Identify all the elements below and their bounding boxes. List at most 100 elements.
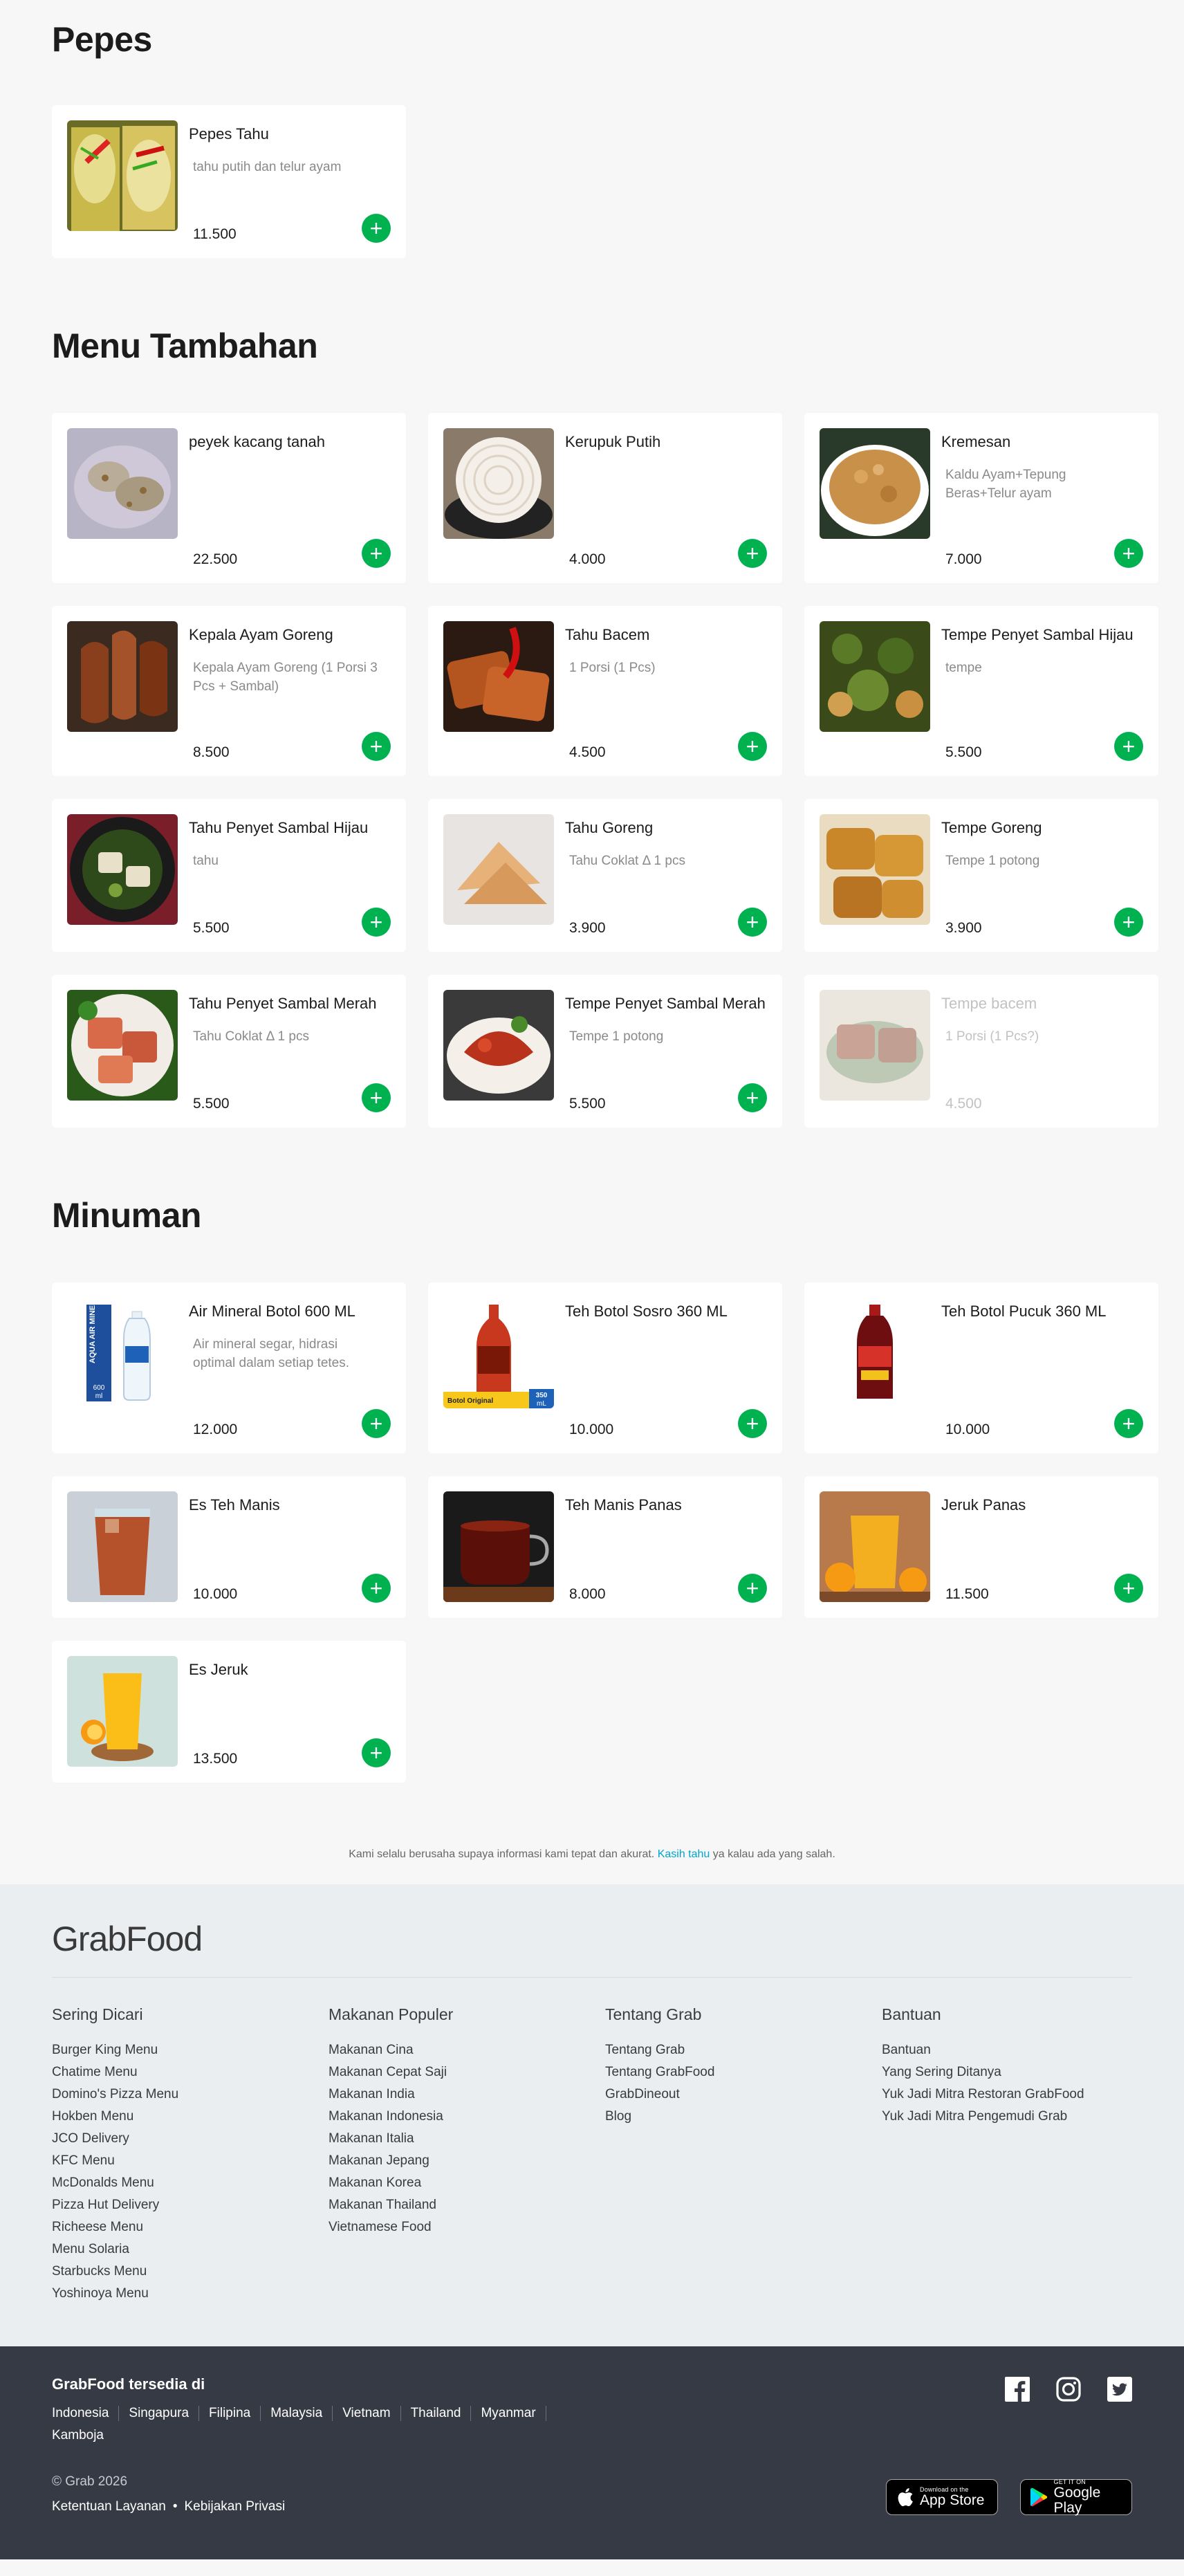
footer-link[interactable]: Burger King Menu (52, 2039, 329, 2061)
footer-link[interactable]: Makanan Korea (329, 2172, 605, 2194)
add-to-cart-button[interactable]: + (362, 1574, 391, 1603)
footer-link[interactable]: Blog (605, 2106, 882, 2128)
add-to-cart-button[interactable]: + (1114, 908, 1143, 937)
country-link[interactable]: Indonesia (52, 2406, 120, 2421)
footer-link[interactable]: JCO Delivery (52, 2128, 329, 2150)
footer-link[interactable]: Makanan India (329, 2083, 605, 2106)
facebook-icon[interactable] (1005, 2377, 1030, 2402)
twitter-icon[interactable] (1107, 2377, 1132, 2402)
add-to-cart-button[interactable]: + (1114, 1574, 1143, 1603)
menu-item-image[interactable] (443, 990, 554, 1101)
menu-item-card[interactable]: peyek kacang tanah 22.500 + (52, 413, 406, 583)
menu-item-card[interactable]: Tahu Penyet Sambal Hijau tahu 5.500 + (52, 799, 406, 952)
report-link[interactable]: Kasih tahu (658, 1848, 710, 1860)
menu-item-card[interactable]: Teh Botol Pucuk 360 ML 10.000 + (804, 1282, 1158, 1453)
menu-item-image[interactable] (67, 1656, 178, 1767)
footer-link[interactable]: Starbucks Menu (52, 2261, 329, 2283)
footer-link[interactable]: Tentang GrabFood (605, 2061, 882, 2083)
country-link[interactable]: Filipina (199, 2406, 261, 2421)
add-to-cart-button[interactable]: + (362, 539, 391, 568)
menu-item-card[interactable]: Es Jeruk 13.500 + (52, 1641, 406, 1783)
menu-item-card[interactable]: Teh Manis Panas 8.000 + (428, 1476, 782, 1618)
footer-link[interactable]: McDonalds Menu (52, 2172, 329, 2194)
menu-item-card[interactable]: Tahu Goreng Tahu Coklat Δ 1 pcs 3.900 + (428, 799, 782, 952)
country-link[interactable]: Malaysia (261, 2406, 333, 2421)
add-to-cart-button[interactable]: + (738, 908, 767, 937)
footer-link[interactable]: Yuk Jadi Mitra Restoran GrabFood (882, 2083, 1158, 2106)
menu-item-card[interactable]: Pepes Tahu tahu putih dan telur ayam 11.… (52, 105, 406, 258)
footer-link[interactable]: Menu Solaria (52, 2238, 329, 2261)
footer-link[interactable]: GrabDineout (605, 2083, 882, 2106)
footer-link[interactable]: Makanan Italia (329, 2128, 605, 2150)
footer-link[interactable]: Chatime Menu (52, 2061, 329, 2083)
add-to-cart-button[interactable]: + (362, 214, 391, 243)
menu-item-image[interactable] (443, 428, 554, 539)
add-to-cart-button[interactable]: + (1114, 539, 1143, 568)
footer-link[interactable]: Makanan Cina (329, 2039, 605, 2061)
footer-link[interactable]: Hokben Menu (52, 2106, 329, 2128)
menu-item-card[interactable]: Tahu Penyet Sambal Merah Tahu Coklat Δ 1… (52, 975, 406, 1128)
add-to-cart-button[interactable]: + (738, 732, 767, 761)
add-to-cart-button[interactable]: + (1114, 1409, 1143, 1438)
menu-item-card[interactable]: Jeruk Panas 11.500 + (804, 1476, 1158, 1618)
menu-item-image[interactable] (820, 990, 930, 1101)
menu-item-card[interactable]: Kerupuk Putih 4.000 + (428, 413, 782, 583)
country-link[interactable]: Thailand (401, 2406, 472, 2421)
menu-item-card[interactable]: Es Teh Manis 10.000 + (52, 1476, 406, 1618)
add-to-cart-button[interactable]: + (362, 1738, 391, 1767)
privacy-link[interactable]: Kebijakan Privasi (184, 2499, 285, 2514)
footer-link[interactable]: Richeese Menu (52, 2216, 329, 2238)
country-link[interactable]: Vietnam (333, 2406, 401, 2421)
menu-item-image[interactable] (67, 1491, 178, 1602)
instagram-icon[interactable] (1056, 2377, 1081, 2402)
footer-link[interactable]: Tentang Grab (605, 2039, 882, 2061)
country-link[interactable]: Singapura (119, 2406, 200, 2421)
menu-item-card[interactable]: AQUA AIR MINERAL 600 ml Air Mineral Botol … (52, 1282, 406, 1453)
country-link[interactable]: Kamboja (52, 2428, 113, 2443)
add-to-cart-button[interactable]: + (738, 539, 767, 568)
footer-link[interactable]: Makanan Jepang (329, 2150, 605, 2172)
add-to-cart-button[interactable]: + (738, 1083, 767, 1112)
menu-item-image[interactable] (67, 120, 178, 231)
menu-item-card[interactable]: Tempe Goreng Tempe 1 potong 3.900 + (804, 799, 1158, 952)
add-to-cart-button[interactable]: + (738, 1574, 767, 1603)
menu-item-image[interactable] (67, 621, 178, 732)
menu-item-image[interactable] (67, 990, 178, 1101)
footer-link[interactable]: Yoshinoya Menu (52, 2283, 329, 2305)
footer-link[interactable]: Vietnamese Food (329, 2216, 605, 2238)
menu-item-image[interactable] (820, 1298, 930, 1408)
add-to-cart-button[interactable]: + (738, 1409, 767, 1438)
terms-link[interactable]: Ketentuan Layanan (52, 2499, 166, 2514)
app-store-button[interactable]: Download on the App Store (886, 2479, 998, 2515)
footer-link[interactable]: Makanan Cepat Saji (329, 2061, 605, 2083)
menu-item-image[interactable] (443, 1491, 554, 1602)
menu-item-image[interactable]: Botol Original 350 mL (443, 1298, 554, 1408)
menu-item-image[interactable] (67, 428, 178, 539)
footer-link[interactable]: KFC Menu (52, 2150, 329, 2172)
add-to-cart-button[interactable]: + (1114, 732, 1143, 761)
menu-item-image[interactable] (820, 814, 930, 925)
add-to-cart-button[interactable]: + (362, 732, 391, 761)
footer-link[interactable]: Makanan Thailand (329, 2194, 605, 2216)
menu-item-card[interactable]: Tempe Penyet Sambal Merah Tempe 1 potong… (428, 975, 782, 1128)
add-to-cart-button[interactable]: + (362, 1409, 391, 1438)
menu-item-card[interactable]: Tempe Penyet Sambal Hijau tempe 5.500 + (804, 606, 1158, 776)
menu-item-card[interactable]: Kepala Ayam Goreng Kepala Ayam Goreng (1… (52, 606, 406, 776)
add-to-cart-button[interactable]: + (362, 1083, 391, 1112)
country-link[interactable]: Myanmar (471, 2406, 546, 2421)
footer-link[interactable]: Yang Sering Ditanya (882, 2061, 1158, 2083)
menu-item-card[interactable]: Tahu Bacem 1 Porsi (1 Pcs) 4.500 + (428, 606, 782, 776)
footer-link[interactable]: Bantuan (882, 2039, 1158, 2061)
menu-item-image[interactable]: AQUA AIR MINERAL 600 ml (67, 1298, 178, 1408)
footer-link[interactable]: Domino's Pizza Menu (52, 2083, 329, 2106)
footer-link[interactable]: Yuk Jadi Mitra Pengemudi Grab (882, 2106, 1158, 2128)
menu-item-image[interactable] (67, 814, 178, 925)
add-to-cart-button[interactable]: + (362, 908, 391, 937)
menu-item-image[interactable] (820, 621, 930, 732)
menu-item-image[interactable] (820, 1491, 930, 1602)
menu-item-image[interactable] (443, 621, 554, 732)
footer-link[interactable]: Pizza Hut Delivery (52, 2194, 329, 2216)
footer-link[interactable]: Makanan Indonesia (329, 2106, 605, 2128)
menu-item-image[interactable] (820, 428, 930, 539)
grabfood-logo[interactable]: GrabFood (52, 1920, 1132, 1963)
